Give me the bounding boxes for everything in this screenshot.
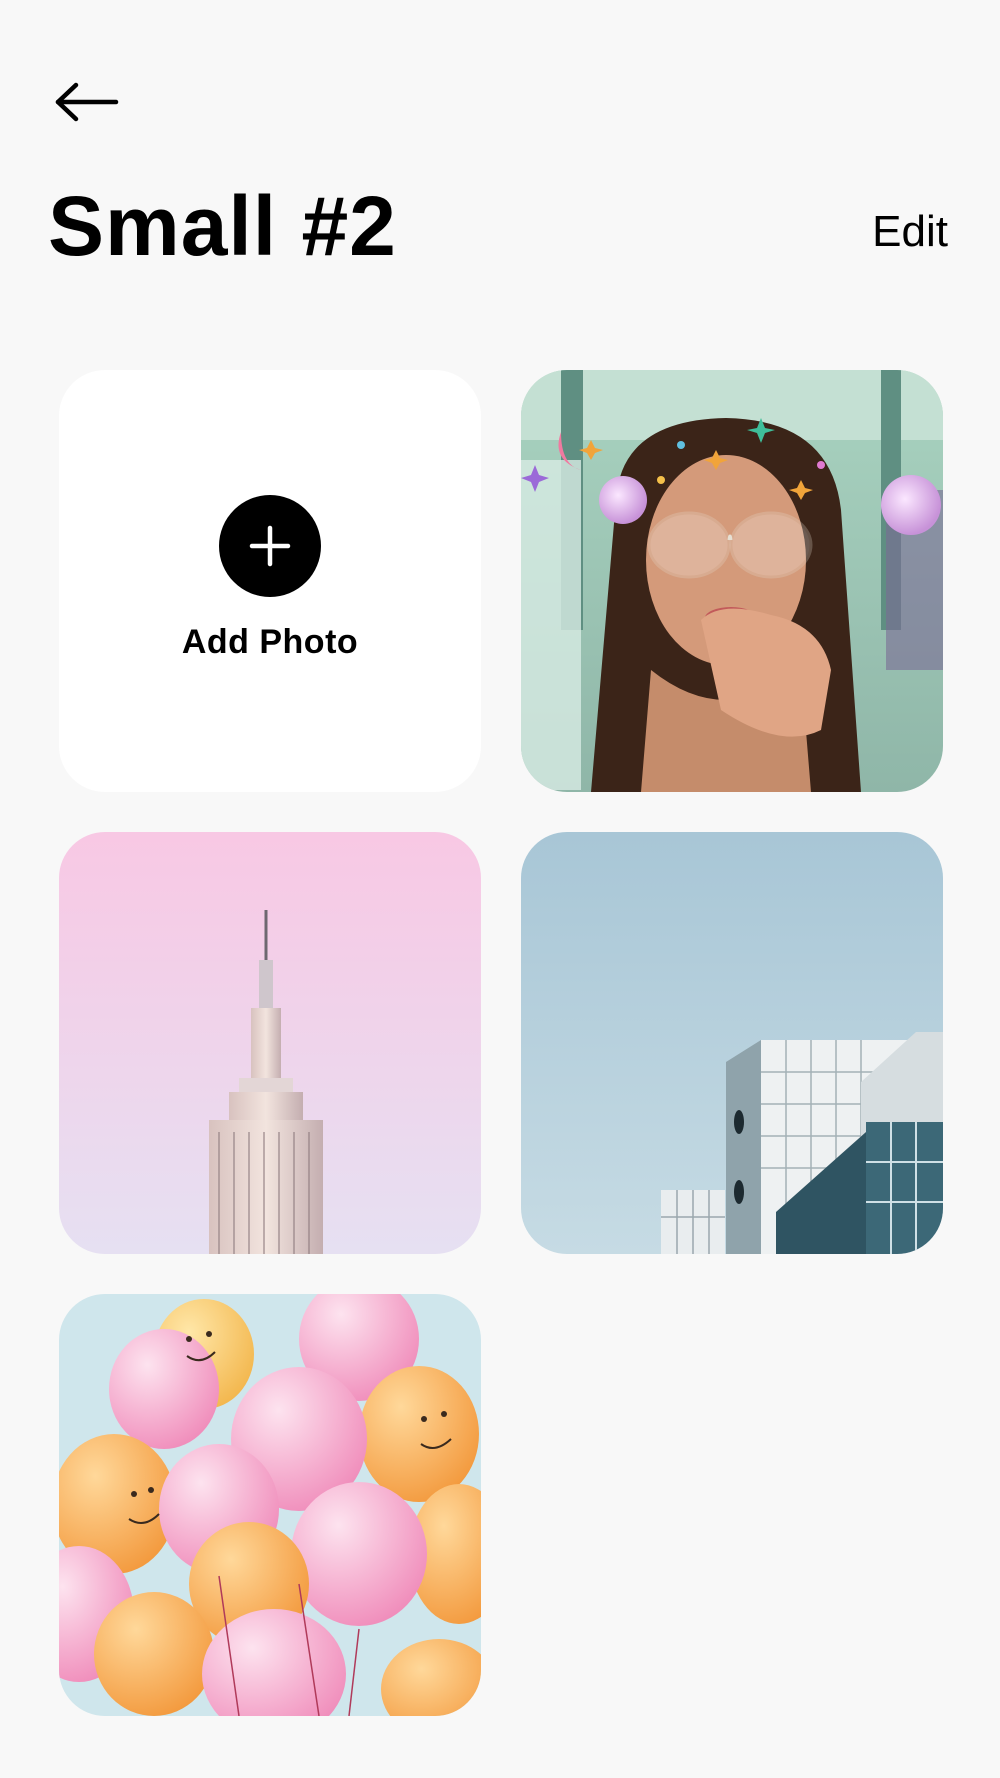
edit-button[interactable]: Edit <box>872 210 948 254</box>
plus-icon <box>248 524 292 568</box>
portrait-image <box>521 370 943 792</box>
back-button[interactable] <box>50 78 124 130</box>
skyscraper-image <box>59 832 481 1254</box>
building-image <box>521 832 943 1254</box>
add-photo-tile[interactable]: Add Photo <box>59 370 481 792</box>
page-title: Small #2 <box>48 179 397 273</box>
photo-thumbnail-building[interactable] <box>521 832 943 1254</box>
photo-thumbnail-portrait[interactable] <box>521 370 943 792</box>
balloons-image <box>59 1294 481 1716</box>
arrow-left-icon <box>54 82 120 127</box>
photo-thumbnail-balloons[interactable] <box>59 1294 481 1716</box>
add-button-circle <box>219 494 321 597</box>
photo-thumbnail-skyscraper[interactable] <box>59 832 481 1254</box>
add-photo-label: Add Photo <box>181 622 359 661</box>
album-detail-screen: Small #2 Edit Add Photo <box>0 0 1000 1778</box>
